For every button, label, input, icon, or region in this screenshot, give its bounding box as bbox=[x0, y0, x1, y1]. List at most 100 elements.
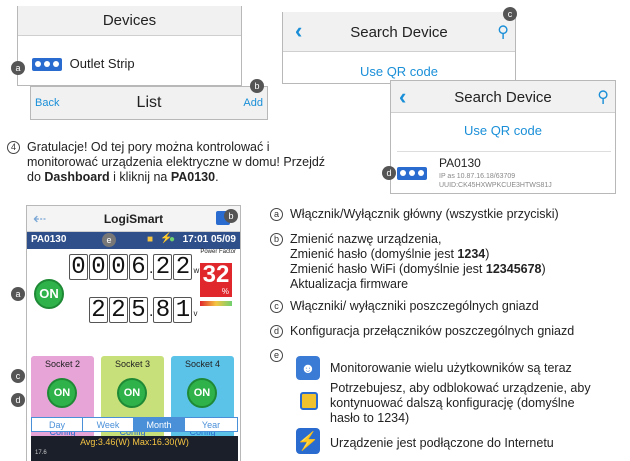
users-icon: ☻ bbox=[296, 356, 320, 380]
legend-b-line-3-pre: Zmienić hasło WiFi (domyślnie jest bbox=[290, 262, 486, 276]
legend-b-line-2-post: ) bbox=[485, 247, 490, 261]
period-tabs: Day Week Month Year bbox=[31, 417, 238, 432]
chart-summary: Avg:3.46(W) Max:16.30(W) bbox=[80, 437, 189, 447]
add-button[interactable]: Add bbox=[243, 97, 263, 109]
step-line-2: monitorować urządzenia elektryczne w dom… bbox=[27, 155, 326, 169]
marker-a: a bbox=[11, 287, 25, 301]
power-factor-unit: % bbox=[221, 287, 229, 296]
search-title: Search Device bbox=[454, 89, 552, 106]
main-power-button[interactable]: ON bbox=[34, 279, 64, 309]
step-text-pre: do bbox=[27, 170, 45, 184]
step-text: Gratulacje! Od tej pory można kontrolowa… bbox=[27, 140, 377, 185]
power-factor-box: 32 % bbox=[200, 263, 232, 297]
legend-e-lock-line-3: hasło to 1234) bbox=[330, 411, 410, 425]
legend-b-line-2: Zmienić hasło (domyślnie jest 1234) bbox=[290, 247, 546, 262]
meter-area: 0 0 0 6.2 2 w 2 2 5.8 1 v ON Power Factor 32 % bbox=[27, 249, 240, 349]
marker-b: b bbox=[250, 79, 264, 93]
device-ip: IP as 10.87.16.18/63709 bbox=[439, 173, 516, 180]
devices-title: Devices bbox=[18, 6, 241, 36]
power-factor-label: Power Factor bbox=[200, 249, 236, 255]
qr-code-link[interactable]: Use QR code bbox=[283, 64, 515, 79]
power-digit: 6 bbox=[129, 254, 148, 281]
marker-d: d bbox=[382, 166, 396, 180]
list-title: List bbox=[136, 94, 162, 111]
tab-year[interactable]: Year bbox=[184, 417, 238, 432]
tab-week[interactable]: Week bbox=[82, 417, 134, 432]
power-digit: 0 bbox=[109, 254, 128, 281]
device-id-word: PA0130 bbox=[170, 170, 216, 184]
volt-digit: 8 bbox=[153, 297, 173, 324]
found-device-name: PA0130 bbox=[439, 156, 481, 170]
marker-b: b bbox=[224, 209, 238, 223]
internet-bolt-icon: ⚡ bbox=[296, 428, 320, 454]
status-bar: PA0130 e ■ ⚡ ● 17:01 05/09 bbox=[27, 232, 240, 249]
socket-toggle-button[interactable]: ON bbox=[47, 378, 77, 408]
search-title: Search Device bbox=[350, 24, 448, 41]
dashboard-screen: ⇠ LogiSmart PA0130 e ■ ⚡ ● 17:01 05/09 0… bbox=[26, 205, 241, 461]
socket-label: Socket 2 bbox=[44, 359, 81, 369]
volt-digit: 2 bbox=[89, 297, 108, 324]
marker-c: c bbox=[11, 369, 25, 383]
legend-b-line-1: Zmienić nazwę urządzenia, bbox=[290, 232, 442, 246]
power-factor-gauge bbox=[200, 301, 232, 306]
volt-digit: 5 bbox=[129, 297, 148, 324]
legend-marker-c: c bbox=[270, 300, 283, 313]
power-digit: 2 bbox=[173, 254, 193, 281]
tab-month[interactable]: Month bbox=[133, 417, 185, 432]
device-name: Outlet Strip bbox=[69, 56, 135, 71]
legend-marker-b: b bbox=[270, 233, 283, 246]
marker-e: e bbox=[102, 233, 116, 247]
default-password: 1234 bbox=[457, 247, 486, 261]
default-wifi-password: 12345678 bbox=[485, 262, 542, 276]
found-device[interactable]: PA0130 IP as 10.87.16.18/63709 UUID:CK45… bbox=[397, 151, 611, 191]
device-id: PA0130 bbox=[31, 234, 67, 245]
device-list-item[interactable]: Outlet Strip bbox=[32, 56, 135, 72]
time-label: 17:01 05/09 bbox=[182, 234, 236, 245]
search-icon[interactable]: ⚲ bbox=[597, 87, 609, 107]
marker-d: d bbox=[11, 393, 25, 407]
power-digit: 2 bbox=[153, 254, 173, 281]
qr-code-link[interactable]: Use QR code bbox=[391, 123, 615, 138]
outlet-icon bbox=[397, 167, 427, 180]
app-title: LogiSmart bbox=[103, 212, 164, 226]
search-icon[interactable]: ⚲ bbox=[497, 22, 509, 42]
legend-e-internet-text: Urządzenie jest podłączone do Internetu bbox=[330, 436, 554, 450]
outlet-icon bbox=[32, 58, 62, 72]
users-icon: ● bbox=[169, 234, 176, 245]
chart-y-label: 17.6 bbox=[35, 450, 47, 456]
step-text-post: . bbox=[215, 170, 219, 184]
volt-unit: v bbox=[193, 309, 198, 318]
voltage-readout: 2 2 5.8 1 v bbox=[89, 297, 198, 324]
device-uuid: UUID:CK45HXWPKCUE3HTWS81J bbox=[439, 182, 552, 189]
legend-a-text: Włącznik/Wyłącznik główny (wszystkie prz… bbox=[290, 207, 559, 221]
step-line-3: do Dashboard i kliknij na PA0130. bbox=[27, 170, 377, 185]
legend-e-lock-line-2: kontynuować dalszą konfigurację (domyśln… bbox=[330, 396, 575, 410]
socket-toggle-button[interactable]: ON bbox=[187, 378, 217, 408]
power-digit: 0 bbox=[69, 254, 88, 281]
legend-b-line-3-post: ) bbox=[541, 262, 546, 276]
power-digit: 0 bbox=[89, 254, 108, 281]
legend-marker-a: a bbox=[270, 208, 283, 221]
legend-d-text: Konfiguracja przełączników poszczególnyc… bbox=[290, 324, 575, 338]
legend-e-lock-text: Potrzebujesz, aby odblokować urządzenie,… bbox=[330, 381, 591, 426]
legend-b-text: Zmienić nazwę urządzenia, Zmienić hasło … bbox=[290, 232, 546, 292]
legend-marker-d: d bbox=[270, 325, 283, 338]
power-factor-value: 32 bbox=[202, 261, 230, 288]
volt-digit: 2 bbox=[109, 297, 128, 324]
legend-b-line-2-pre: Zmienić hasło (domyślnie jest bbox=[290, 247, 458, 261]
tab-day[interactable]: Day bbox=[31, 417, 83, 432]
power-unit: w bbox=[193, 266, 200, 275]
legend-marker-e: e bbox=[270, 349, 283, 362]
socket-label: Socket 3 bbox=[114, 359, 151, 369]
step-number: 4 bbox=[7, 141, 20, 154]
search-screen-1: ‹ Search Device ⚲ Use QR code bbox=[282, 12, 516, 84]
lock-icon: ■ bbox=[147, 234, 154, 245]
lock-icon bbox=[300, 392, 318, 410]
usage-chart: Avg:3.46(W) Max:16.30(W) 17.6 bbox=[31, 436, 238, 461]
legend-c-text: Włączniki/ wyłączniki poszczególnych gni… bbox=[290, 299, 539, 313]
socket-toggle-button[interactable]: ON bbox=[117, 378, 147, 408]
power-readout: 0 0 0 6.2 2 w bbox=[69, 254, 200, 281]
marker-a: a bbox=[11, 61, 25, 75]
marker-c: c bbox=[503, 7, 517, 21]
legend-e-lock-line-1: Potrzebujesz, aby odblokować urządzenie,… bbox=[330, 381, 591, 395]
